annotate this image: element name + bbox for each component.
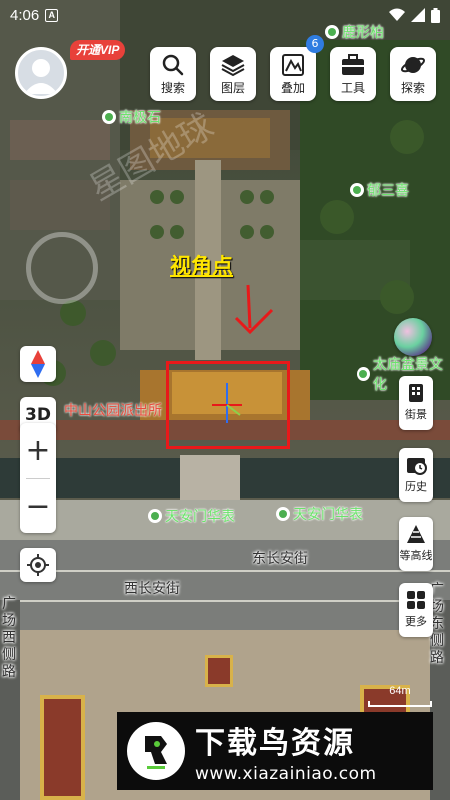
locate-button[interactable] xyxy=(20,548,56,582)
layers-label: 图层 xyxy=(220,81,245,95)
more-label: 更多 xyxy=(405,615,427,628)
overlay-button[interactable]: 叠加 6 xyxy=(270,35,324,101)
zoom-in-button[interactable]: + xyxy=(20,423,56,478)
scale-label: 64m xyxy=(389,685,411,697)
compass-icon xyxy=(31,350,45,378)
map-scale: 64m xyxy=(368,685,432,707)
history-button[interactable]: 历史 xyxy=(399,448,433,502)
road-xichangan: 西长安街 xyxy=(124,581,180,597)
compass-button[interactable] xyxy=(20,346,56,382)
tools-label: 工具 xyxy=(340,81,365,95)
watermark-banner: 下载鸟资源 www.xiazainiao.com xyxy=(117,712,433,790)
tools-button[interactable]: 工具 xyxy=(330,47,376,101)
poi-busanxi[interactable]: 郁三喜 xyxy=(350,180,409,200)
explore-button[interactable]: 探索 xyxy=(390,47,436,101)
street-view-label: 街景 xyxy=(405,408,427,421)
poi-huabiao-right[interactable]: 天安门华表 xyxy=(276,504,363,524)
road-dongchangan: 东长安街 xyxy=(252,551,308,567)
banner-url: www.xiazainiao.com xyxy=(195,764,377,784)
notification-a-icon: A xyxy=(45,8,59,22)
poi-pin-icon xyxy=(357,367,370,381)
more-grid-icon xyxy=(407,591,425,609)
wifi-icon xyxy=(389,8,405,21)
overlay-icon xyxy=(282,54,304,76)
zoom-control: + − xyxy=(20,423,56,533)
poi-pin-icon xyxy=(350,183,364,197)
poi-pin-icon xyxy=(276,507,290,521)
bird-logo-icon xyxy=(127,722,185,780)
poi-zhongshan-police[interactable]: 中山公园派出所 xyxy=(64,400,162,420)
search-label: 搜索 xyxy=(160,81,185,95)
scale-bar xyxy=(368,701,432,707)
battery-icon xyxy=(431,7,440,23)
map-watermark xyxy=(26,232,98,304)
street-view-button[interactable]: 街景 xyxy=(399,376,433,430)
locate-icon xyxy=(27,554,49,576)
status-time: 4:06 xyxy=(10,6,40,24)
layers-button[interactable]: 图层 xyxy=(210,47,256,101)
overlay-count-badge: 6 xyxy=(306,35,324,53)
contour-label: 等高线 xyxy=(399,549,433,562)
explore-label: 探索 xyxy=(400,81,425,95)
road-guangchang-west: 广场西侧路 xyxy=(2,596,16,680)
history-icon xyxy=(407,458,427,475)
signal-icon xyxy=(411,8,425,22)
planet-icon xyxy=(400,57,426,73)
overlay-label: 叠加 xyxy=(280,81,305,95)
history-label: 历史 xyxy=(405,480,427,493)
layers-icon xyxy=(221,55,245,77)
poi-pin-icon xyxy=(148,509,162,523)
search-icon xyxy=(162,54,184,76)
status-bar: 4:06 A xyxy=(0,0,450,30)
user-avatar[interactable] xyxy=(15,47,67,99)
poi-huabiao-left[interactable]: 天安门华表 xyxy=(148,506,235,526)
vip-button[interactable]: 开通VIP xyxy=(70,40,126,60)
viewpoint-axis-icon xyxy=(212,383,242,423)
user-silhouette-icon xyxy=(24,59,58,94)
banner-title: 下载鸟资源 xyxy=(195,726,355,761)
planet-floating-button[interactable] xyxy=(394,318,432,356)
contour-button[interactable]: 等高线 xyxy=(399,517,433,571)
search-button[interactable]: 搜索 xyxy=(150,47,196,101)
more-button[interactable]: 更多 xyxy=(399,583,433,637)
zoom-out-button[interactable]: − xyxy=(20,479,56,534)
viewpoint-annotation: 视角点 xyxy=(170,254,233,278)
street-view-icon xyxy=(409,384,423,402)
poi-pin-icon xyxy=(102,110,116,124)
toolbox-icon xyxy=(342,54,364,75)
annotation-arrow xyxy=(234,284,274,335)
contour-icon xyxy=(407,525,425,543)
poi-nanjishi[interactable]: 南极石 xyxy=(102,107,161,127)
